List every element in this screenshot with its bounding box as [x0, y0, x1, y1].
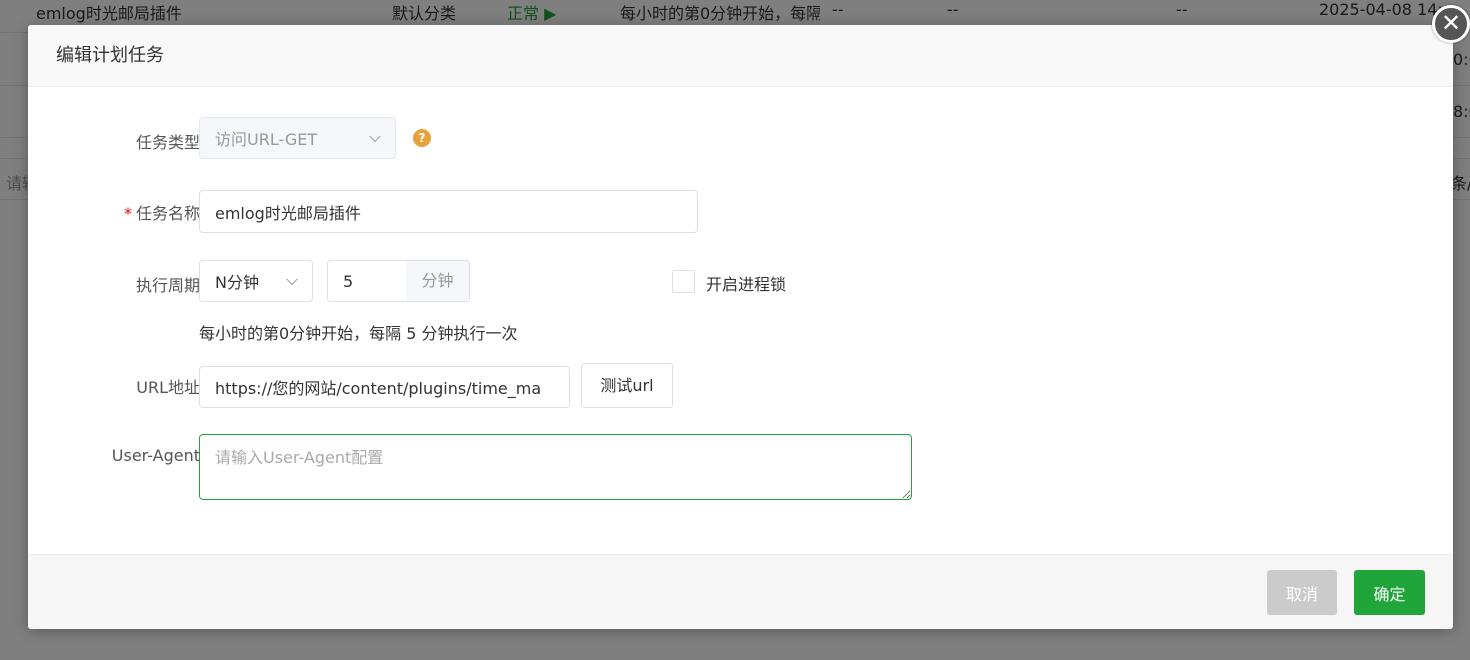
- user-agent-label: User-Agent: [111, 446, 200, 465]
- period-description: 每小时的第0分钟开始，每隔 5 分钟执行一次: [199, 324, 518, 343]
- task-type-select: 访问URL-GET: [199, 117, 396, 159]
- task-type-value: 访问URL-GET: [215, 130, 318, 149]
- help-icon[interactable]: ?: [413, 129, 431, 147]
- period-unit-select[interactable]: N分钟: [199, 260, 313, 302]
- task-name-label: * 任务名称: [28, 200, 200, 224]
- process-lock-checkbox[interactable]: [672, 270, 695, 293]
- test-url-button[interactable]: 测试url: [581, 363, 673, 408]
- task-name-input[interactable]: emlog时光邮局插件: [199, 190, 698, 233]
- process-lock-label[interactable]: 开启进程锁: [706, 271, 786, 295]
- confirm-button[interactable]: 确定: [1354, 570, 1425, 615]
- chevron-down-icon: [369, 130, 381, 143]
- user-agent-textarea[interactable]: [199, 434, 912, 500]
- url-value: https://您的网站/content/plugins/time_ma: [215, 379, 542, 398]
- task-type-label: 任务类型: [135, 133, 200, 152]
- period-unit-value: N分钟: [215, 273, 259, 292]
- cancel-button[interactable]: 取消: [1267, 570, 1337, 615]
- task-name-value: emlog时光邮局插件: [215, 203, 361, 223]
- dialog-title: 编辑计划任务: [28, 25, 1453, 87]
- chevron-down-icon: [286, 273, 298, 286]
- interval-input[interactable]: 5: [327, 260, 407, 302]
- required-mark: *: [123, 204, 132, 223]
- edit-cron-task-dialog: 编辑计划任务 任务类型 访问URL-GET ? * 任务名称 emlog时光邮局插…: [28, 25, 1453, 629]
- interval-value: 5: [343, 271, 354, 291]
- interval-unit-addon: 分钟: [406, 260, 470, 302]
- close-icon[interactable]: ✕: [1432, 5, 1470, 43]
- url-input[interactable]: https://您的网站/content/plugins/time_ma: [199, 366, 570, 408]
- period-label: 执行周期: [135, 276, 200, 295]
- url-label: URL地址: [136, 378, 200, 397]
- dialog-footer: 取消 确定: [28, 554, 1453, 629]
- task-name-label-text: 任务名称: [135, 204, 200, 223]
